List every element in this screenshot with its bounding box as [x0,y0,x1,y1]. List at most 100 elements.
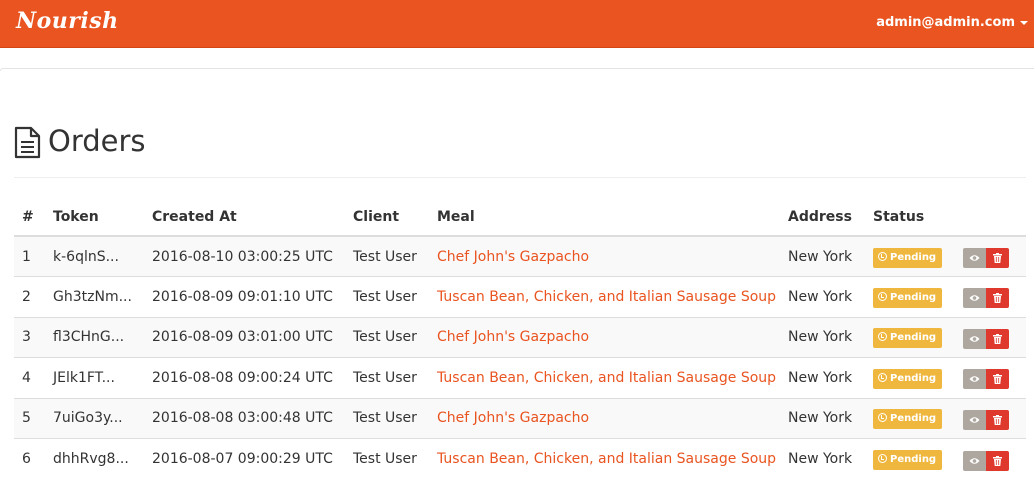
view-button[interactable] [963,248,986,268]
eye-icon [969,295,980,301]
order-meal-cell: Tuscan Bean, Chicken, and Italian Sausag… [437,276,788,317]
table-row: 5 7uiGo3y... 2016-08-08 03:00:48 UTC Tes… [14,397,1026,439]
status-label: Pending [890,454,937,465]
eye-icon [969,336,980,342]
order-created-at: 2016-08-07 09:00:29 UTC [152,438,353,479]
order-client: Test User [353,397,437,439]
caret-down-icon [1020,20,1028,25]
clock-icon [878,454,887,463]
order-actions [963,397,1026,439]
brand-logo[interactable]: Nourish [16,8,119,34]
order-actions [963,438,1026,479]
order-address: New York [788,276,873,317]
order-address: New York [788,438,873,479]
order-token: dhhRvg8... [53,438,152,479]
delete-button[interactable] [986,248,1009,268]
order-actions [963,357,1026,398]
header-meal: Meal [437,198,788,237]
order-status-cell: Pending [873,316,963,358]
order-created-at: 2016-08-08 03:00:48 UTC [152,397,353,439]
order-actions [963,276,1026,317]
order-token: k-6qlnS... [53,235,152,277]
order-client: Test User [353,276,437,317]
action-buttons [963,288,1009,309]
trash-icon [993,253,1002,263]
action-buttons [963,248,1009,268]
order-token: Gh3tzNm... [53,276,152,317]
table-header-row: # Token Created At Client Meal Address S… [14,198,1026,237]
status-badge: Pending [873,450,943,470]
status-badge: Pending [873,247,943,268]
table-row: 3 fl3CHnG... 2016-08-09 03:01:00 UTC Tes… [14,316,1026,358]
header-number: # [14,198,53,237]
user-email: admin@admin.com [876,15,1015,30]
header-created-at: Created At [152,198,353,237]
header-address: Address [788,198,873,237]
delete-button[interactable] [986,409,1009,430]
table-row: 4 JElk1FT... 2016-08-08 09:00:24 UTC Tes… [14,357,1026,398]
order-client: Test User [353,235,437,277]
status-label: Pending [890,413,937,425]
header-status: Status [873,198,963,237]
view-button[interactable] [963,409,986,430]
trash-icon [993,333,1002,344]
eye-icon [969,376,980,382]
order-token: 7uiGo3y... [53,397,152,439]
clock-icon [878,251,887,261]
meal-link[interactable]: Tuscan Bean, Chicken, and Italian Sausag… [437,289,776,305]
order-actions [963,316,1026,358]
status-badge: Pending [873,328,943,349]
table-row: 6 dhhRvg8... 2016-08-07 09:00:29 UTC Tes… [14,438,1026,479]
orders-table-body: 1 k-6qlnS... 2016-08-10 03:00:25 UTC Tes… [14,235,1026,479]
order-meal-cell: Tuscan Bean, Chicken, and Italian Sausag… [437,357,788,398]
order-client: Test User [353,438,437,479]
eye-icon [969,417,980,423]
status-badge: Pending [873,368,943,389]
content-panel-edge [0,68,1034,71]
meal-link[interactable]: Chef John's Gazpacho [437,410,589,426]
order-created-at: 2016-08-08 09:00:24 UTC [152,357,353,398]
orders-table: # Token Created At Client Meal Address S… [14,198,1026,479]
view-button[interactable] [963,288,986,309]
order-status-cell: Pending [873,357,963,398]
order-meal-cell: Chef John's Gazpacho [437,316,788,358]
trash-icon [993,293,1002,304]
view-button[interactable] [963,450,986,471]
view-button[interactable] [963,369,986,390]
delete-button[interactable] [986,288,1009,309]
meal-link[interactable]: Tuscan Bean, Chicken, and Italian Sausag… [437,370,776,386]
order-meal-cell: Chef John's Gazpacho [437,397,788,439]
status-badge: Pending [873,287,943,308]
delete-button[interactable] [986,328,1009,349]
trash-icon [993,455,1002,466]
status-label: Pending [890,372,937,384]
delete-button[interactable] [986,369,1009,390]
clock-icon [878,332,887,342]
order-address: New York [788,316,873,358]
header-actions [963,198,1026,237]
order-created-at: 2016-08-09 03:01:00 UTC [152,316,353,358]
meal-link[interactable]: Chef John's Gazpacho [437,329,589,345]
order-number: 5 [14,397,53,439]
order-created-at: 2016-08-09 09:01:10 UTC [152,276,353,317]
table-row: 1 k-6qlnS... 2016-08-10 03:00:25 UTC Tes… [14,235,1026,277]
order-number: 2 [14,276,53,317]
order-meal-cell: Tuscan Bean, Chicken, and Italian Sausag… [437,438,788,479]
eye-icon [969,255,980,261]
delete-button[interactable] [986,450,1009,471]
action-buttons [963,369,1009,390]
eye-icon [969,457,980,464]
status-label: Pending [890,332,937,344]
action-buttons [963,409,1009,430]
order-created-at: 2016-08-10 03:00:25 UTC [152,235,353,277]
order-status-cell: Pending [873,438,963,479]
meal-link[interactable]: Tuscan Bean, Chicken, and Italian Sausag… [437,451,776,467]
trash-icon [993,374,1002,385]
order-client: Test User [353,316,437,358]
file-text-icon [14,126,41,159]
meal-link[interactable]: Chef John's Gazpacho [437,249,589,265]
status-badge: Pending [873,409,943,430]
order-token: fl3CHnG... [53,316,152,358]
view-button[interactable] [963,328,986,349]
user-menu-dropdown[interactable]: admin@admin.com [876,15,1028,30]
